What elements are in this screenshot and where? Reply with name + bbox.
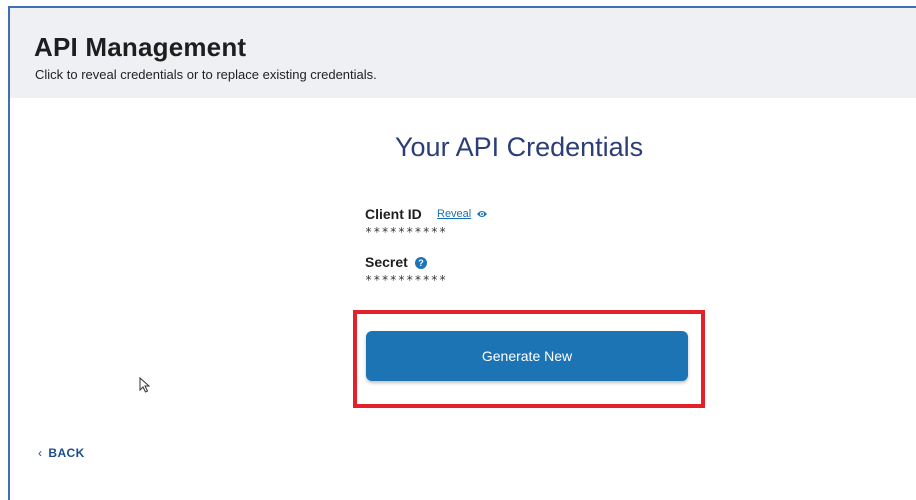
- page-subtitle: Click to reveal credentials or to replac…: [35, 67, 377, 82]
- help-icon[interactable]: ?: [415, 257, 427, 269]
- chevron-left-icon: ‹: [38, 446, 43, 460]
- page-title: API Management: [34, 32, 247, 62]
- client-id-label: Client ID: [365, 206, 422, 222]
- credentials-title: Your API Credentials: [395, 132, 644, 162]
- eye-icon[interactable]: [476, 209, 488, 219]
- page-header: API Management Click to reveal credentia…: [10, 8, 916, 98]
- back-link[interactable]: ‹ BACK: [38, 446, 85, 460]
- generate-new-button[interactable]: Generate New: [366, 331, 688, 381]
- client-id-value: **********: [365, 225, 448, 239]
- back-label: BACK: [48, 446, 85, 460]
- app-frame: API Management Click to reveal credentia…: [8, 6, 916, 500]
- secret-label: Secret: [365, 254, 408, 270]
- reveal-link[interactable]: Reveal: [437, 208, 471, 220]
- secret-value: **********: [365, 273, 448, 287]
- cursor-icon: [139, 377, 151, 393]
